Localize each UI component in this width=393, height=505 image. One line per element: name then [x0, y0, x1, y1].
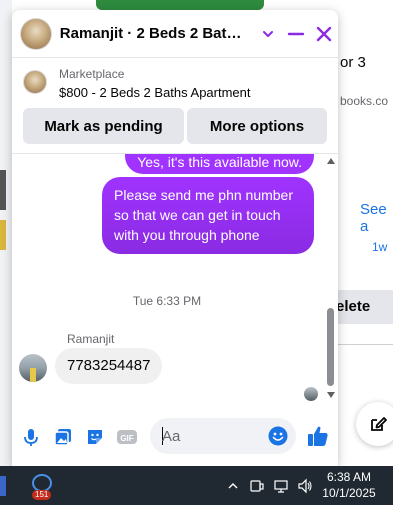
more-options-button[interactable]: More options — [187, 108, 327, 144]
minimize-icon — [288, 32, 305, 35]
listing-title[interactable]: $800 - 2 Beds 2 Baths Apartment — [59, 85, 251, 100]
left-thumbnail-yellow — [0, 220, 6, 250]
message-scrollbar[interactable] — [326, 158, 336, 398]
like-icon — [308, 426, 328, 446]
message-input[interactable] — [162, 426, 262, 446]
emoji-icon — [268, 426, 288, 446]
compose-icon — [371, 417, 387, 431]
background-time[interactable]: 1w — [372, 240, 387, 254]
background-see-all-link[interactable]: See a — [360, 201, 393, 235]
background-heading: or 3 — [340, 54, 366, 71]
seen-indicator-avatar — [304, 387, 318, 401]
new-message-button[interactable] — [356, 402, 393, 446]
message-list[interactable]: Yes, it's this available now. Please sen… — [12, 154, 338, 406]
sticker-button[interactable] — [84, 426, 106, 448]
contact-avatar[interactable] — [20, 17, 52, 50]
chevron-down-icon — [263, 30, 274, 37]
close-icon — [316, 26, 332, 41]
gif-button[interactable]: GIF — [116, 426, 138, 448]
clock-date: 10/1/2025 — [322, 486, 376, 500]
scrollbar-thumb[interactable] — [327, 308, 334, 386]
microphone-icon — [24, 429, 38, 446]
taskbar-app-button[interactable]: 151 — [30, 472, 56, 500]
incoming-message[interactable]: 7783254487 — [55, 348, 163, 384]
close-button[interactable] — [310, 20, 338, 48]
network-icon — [274, 479, 288, 493]
left-thumbnail-dark — [0, 170, 6, 210]
chat-header[interactable]: Ramanjit · 2 Beds 2 Baths Apartment — [12, 10, 338, 58]
network-tray-button[interactable] — [271, 466, 291, 505]
system-clock[interactable]: 6:38 AM 10/1/2025 — [318, 469, 380, 501]
scroll-up-arrow-icon[interactable] — [327, 158, 335, 164]
notification-badge: 151 — [32, 490, 52, 500]
speaker-icon — [298, 478, 312, 493]
taskbar-app-partial[interactable] — [0, 476, 6, 496]
emoji-button[interactable] — [268, 426, 288, 446]
volume-tray-button[interactable] — [295, 466, 315, 505]
mark-as-pending-button[interactable]: Mark as pending — [23, 108, 184, 144]
messenger-chat-window: Ramanjit · 2 Beds 2 Baths Apartment Mark… — [12, 10, 338, 466]
windows-taskbar: 151 6:38 AM 10/1/2025 — [0, 466, 393, 505]
chat-title[interactable]: Ramanjit · 2 Beds 2 Baths Apartment — [60, 25, 249, 42]
background-green-button[interactable] — [96, 0, 264, 10]
device-tray-button[interactable] — [247, 466, 267, 505]
outgoing-message[interactable]: Please send me phn number so that we can… — [102, 177, 314, 254]
voice-clip-button[interactable] — [20, 426, 42, 448]
background-delete-button[interactable]: elete — [330, 290, 393, 324]
photo-icon — [54, 429, 71, 446]
chevron-up-icon — [228, 482, 238, 488]
message-timestamp: Tue 6:33 PM — [132, 294, 202, 308]
svg-text:GIF: GIF — [120, 434, 133, 443]
marketplace-listing-banner: Marketplace $800 - 2 Beds 2 Baths Apartm… — [12, 58, 338, 154]
sender-avatar[interactable] — [19, 354, 47, 382]
background-source: books.co — [340, 94, 389, 108]
message-input-wrapper[interactable] — [150, 418, 296, 454]
like-button[interactable] — [306, 424, 330, 448]
background-divider — [336, 344, 393, 345]
chevron-down-button[interactable] — [255, 20, 283, 48]
scroll-down-arrow-icon[interactable] — [327, 392, 335, 398]
device-icon — [250, 479, 264, 492]
listing-source: Marketplace — [59, 67, 125, 81]
listing-thumbnail[interactable] — [23, 70, 47, 94]
show-hidden-icons-button[interactable] — [224, 466, 242, 505]
message-composer: GIF — [12, 410, 338, 466]
attach-photo-button[interactable] — [52, 426, 74, 448]
sticker-icon — [88, 430, 102, 444]
minimize-button[interactable] — [282, 20, 310, 48]
sender-name: Ramanjit — [67, 332, 115, 346]
gif-icon: GIF — [117, 430, 137, 444]
outgoing-message-partial[interactable]: Yes, it's this available now. — [125, 154, 314, 174]
clock-time: 6:38 AM — [326, 470, 372, 484]
